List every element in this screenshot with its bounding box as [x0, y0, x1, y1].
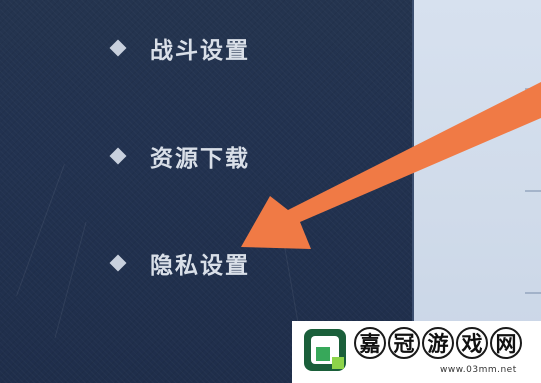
watermark-char: 网	[490, 327, 522, 359]
watermark-char: 戏	[456, 327, 488, 359]
watermark-char: 嘉	[354, 327, 386, 359]
watermark-char: 游	[422, 327, 454, 359]
watermark-char: 冠	[388, 327, 420, 359]
watermark-url: www.03mm.net	[440, 365, 517, 375]
site-watermark: 嘉 冠 游 戏 网 www.03mm.net	[292, 321, 541, 383]
watermark-logo-icon	[304, 329, 346, 371]
watermark-title: 嘉 冠 游 戏 网	[354, 327, 524, 359]
